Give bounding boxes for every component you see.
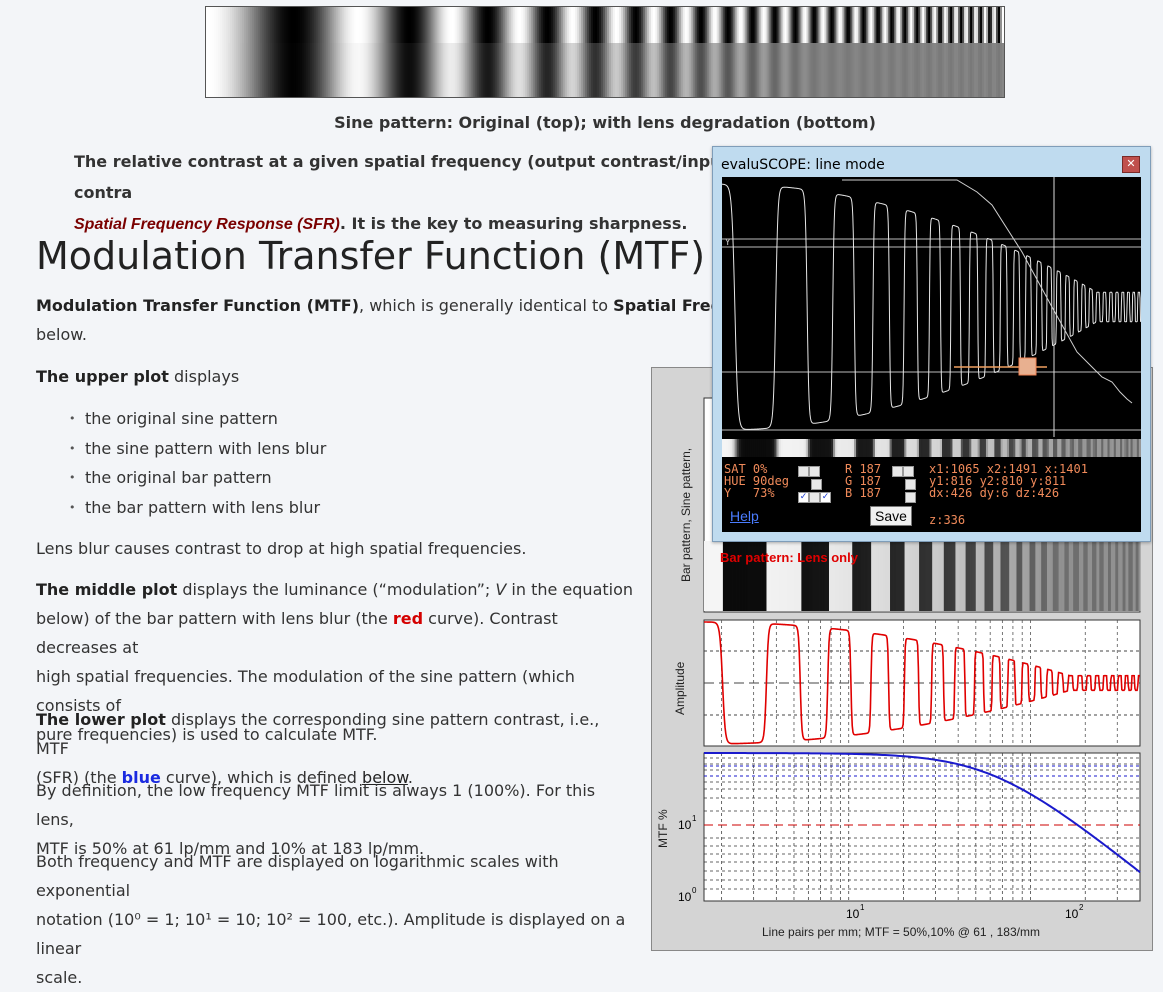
definition-line1: By definition, the low frequency MTF lim… xyxy=(36,781,596,829)
upper-plot-list: the original sine pattern the sine patte… xyxy=(36,404,636,522)
mtf-para-text: , which is generally identical to xyxy=(359,296,614,315)
y-checkboxes[interactable]: ✓ ✓ xyxy=(798,487,831,506)
ytick-1-exp: 0 xyxy=(692,886,697,895)
checkbox[interactable] xyxy=(905,492,916,503)
middle-text-3: below) of the bar pattern with lens blur… xyxy=(36,609,393,628)
scales-line2: notation (10⁰ = 1; 10¹ = 10; 10² = 100, … xyxy=(36,910,626,958)
intro-line1: The relative contrast at a given spatial… xyxy=(74,152,730,202)
middle-text-1: displays the luminance (“modulation”; xyxy=(177,580,496,599)
scales-line1: Both frequency and MTF are displayed on … xyxy=(36,852,559,900)
scope-handle[interactable] xyxy=(1018,357,1037,376)
scope-mtf-trace xyxy=(842,179,1133,404)
bar-pattern-label: Bar pattern: Lens only xyxy=(720,550,859,565)
intro-paragraph: The relative contrast at a given spatial… xyxy=(74,146,774,240)
ytick-10: 10 xyxy=(678,818,692,832)
b-readout: B 187 xyxy=(845,486,882,500)
scope-display[interactable]: Y SAT 0% HUE 90deg Y 73% ✓ ✓ R 187 G 187 … xyxy=(722,177,1141,532)
red-word: red xyxy=(392,609,424,628)
list-item: the original sine pattern xyxy=(36,404,636,434)
mtf-panel xyxy=(703,752,1141,902)
checkbox-checked[interactable]: ✓ xyxy=(820,492,831,503)
upper-plot-paragraph: The upper plot displays xyxy=(36,362,636,391)
b-checkbox[interactable] xyxy=(905,487,916,506)
xtick-10: 10 xyxy=(846,907,860,921)
scales-line3: scale. xyxy=(36,968,83,987)
amplitude-ylabel: Amplitude xyxy=(673,661,687,715)
save-button[interactable]: Save xyxy=(870,506,912,526)
mtf-term: Modulation Transfer Function (MTF) xyxy=(36,296,360,315)
mtf-ylabel: MTF % xyxy=(656,809,670,848)
evaluscope-title: evaluSCOPE: line mode xyxy=(721,157,885,173)
bar-stripe xyxy=(1138,541,1141,611)
coords-line3: dx:426 dy:6 dz:426 xyxy=(929,486,1060,500)
upper-plot-ylabel: Bar pattern, Sine pattern, xyxy=(679,448,693,582)
checkbox[interactable] xyxy=(892,466,903,477)
y-readout: Y 73% xyxy=(724,486,775,500)
z-readout: z:336 xyxy=(929,513,966,527)
mtf-xlabel: Line pairs per mm; MTF = 50%,10% @ 61 , … xyxy=(762,925,1040,939)
list-item: the original bar pattern xyxy=(36,463,636,493)
middle-text-2: in the equation xyxy=(506,580,634,599)
intro-line2: . It is the key to measuring sharpness. xyxy=(339,214,688,233)
sine-stripe-blurred xyxy=(1002,43,1004,97)
page-title: Modulation Transfer Function (MTF) xyxy=(36,234,706,278)
checkbox-checked[interactable]: ✓ xyxy=(798,492,809,503)
lower-plot-lead: The lower plot xyxy=(36,710,166,729)
upper-plot-text: displays xyxy=(168,367,240,386)
scope-waveform xyxy=(722,183,1141,430)
mtf-paragraph: Modulation Transfer Function (MTF), whic… xyxy=(36,291,776,349)
v-symbol: V xyxy=(495,580,507,599)
middle-plot-lead: The middle plot xyxy=(36,580,178,599)
xtick-100: 10 xyxy=(1065,907,1079,921)
evaluscope-window[interactable]: evaluSCOPE: line mode ✕ Y SAT 0% HUE 90d… xyxy=(712,146,1151,542)
list-item: the sine pattern with lens blur xyxy=(36,434,636,464)
ytick-1: 10 xyxy=(678,890,692,904)
sine-pattern-image xyxy=(205,6,1005,98)
sine-stripe xyxy=(1002,7,1004,43)
xtick-10-exp: 1 xyxy=(860,903,865,912)
scope-pattern-strip xyxy=(722,439,1141,457)
help-link[interactable]: Help xyxy=(730,508,759,524)
scales-paragraph: Both frequency and MTF are displayed on … xyxy=(36,847,636,992)
sine-pattern-svg xyxy=(206,7,1004,97)
scope-strip-cell xyxy=(1138,439,1141,457)
close-icon[interactable]: ✕ xyxy=(1122,156,1140,173)
upper-plot-lead: The upper plot xyxy=(36,367,169,386)
scope-y-marker: Y xyxy=(725,238,731,248)
xtick-100-exp: 2 xyxy=(1079,903,1084,912)
mtf-para-line2: below. xyxy=(36,325,87,344)
lens-blur-paragraph: Lens blur causes contrast to drop at hig… xyxy=(36,539,527,558)
sine-pattern-caption: Sine pattern: Original (top); with lens … xyxy=(334,113,876,132)
checkbox[interactable] xyxy=(809,492,820,503)
sfr-term: Spatial Frequency Response (SFR) xyxy=(74,216,340,233)
checkbox[interactable] xyxy=(798,466,809,477)
ytick-10-exp: 1 xyxy=(692,814,697,823)
list-item: the bar pattern with lens blur xyxy=(36,493,636,523)
